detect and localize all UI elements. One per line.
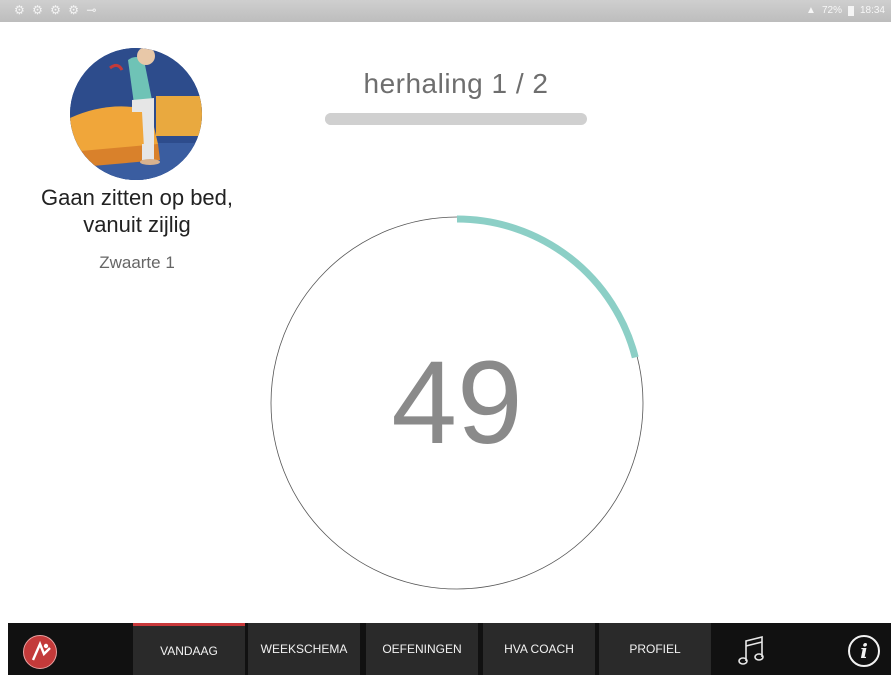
bottom-nav: VANDAAG WEEKSCHEMA OEFENINGEN HVA COACH PROF… [8,623,891,675]
music-note-icon[interactable] [734,633,770,669]
signal-icon: ▲ [806,5,816,16]
status-icons: ▲ 72% 18:34 [806,5,885,16]
repetition-progress-fill [325,113,456,125]
tab-profiel[interactable]: PROFIEL [599,623,711,675]
tab-weekschema[interactable]: WEEKSCHEMA [248,623,360,675]
info-button[interactable]: i [848,635,880,667]
clock: 18:34 [859,5,885,16]
tab-vandaag[interactable]: VANDAAG [133,623,245,675]
exercise-weight: Zwaarte 1 [99,253,175,272]
tab-oefeningen[interactable]: OEFENINGEN [366,623,478,675]
exercise-image [70,48,202,180]
notification-icons: ⚙ ⚙ ⚙ ⚙ ⊸ [14,3,99,17]
person-sitting-on-bed-icon [70,48,202,180]
battery-icon [847,5,854,16]
repetition-label: herhaling 1 / 2 [363,68,549,99]
tab-hva-coach[interactable]: HVA COACH [483,623,595,675]
status-bar: ⚙ ⚙ ⚙ ⚙ ⊸ ▲ 72% 18:34 [0,0,891,22]
battery-percent: 72% [821,5,842,16]
exercise-title: Gaan zitten op bed, vanuit zijlig [40,185,234,237]
timer-count: 49 [391,337,523,469]
app-logo-icon[interactable] [23,635,57,669]
repetition-progress-bar [325,113,587,125]
